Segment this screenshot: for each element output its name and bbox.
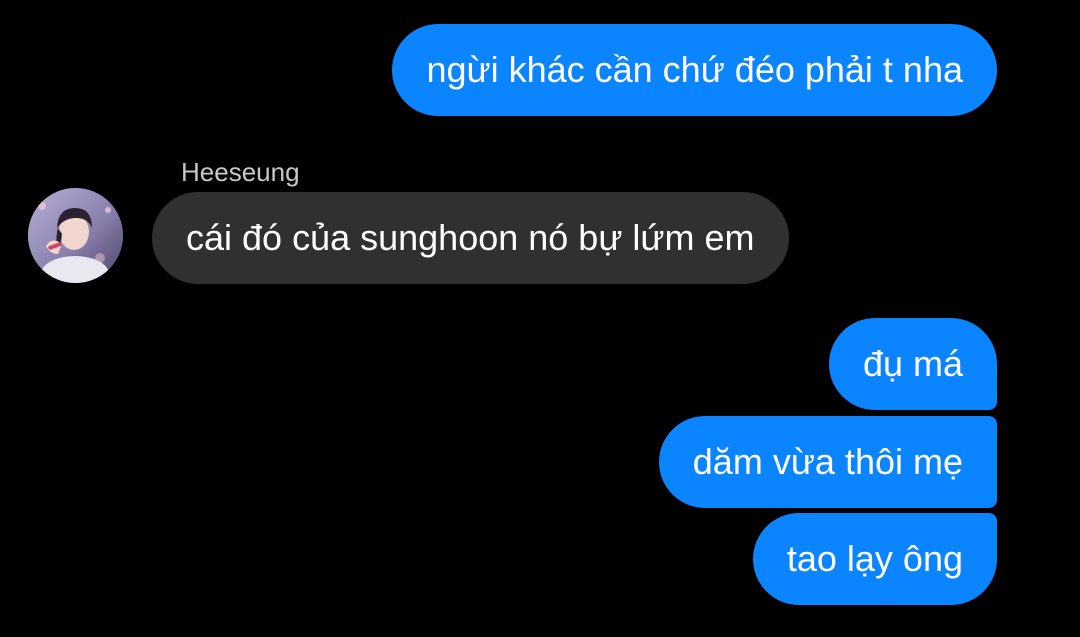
outgoing-message[interactable]: ngừi khác cần chứ đéo phải t nha [392, 24, 997, 116]
profile-photo-icon [28, 188, 123, 283]
outgoing-message[interactable]: dăm vừa thôi mẹ [658, 416, 997, 508]
avatar[interactable] [28, 188, 123, 283]
outgoing-message[interactable]: đụ má [828, 318, 997, 410]
outgoing-message[interactable]: tao lạy ông [752, 513, 997, 605]
chat-thread: ngừi khác cần chứ đéo phải t nha Heeseun… [0, 0, 1080, 637]
incoming-message[interactable]: cái đó của sunghoon nó bự lứm em [152, 192, 789, 284]
sender-name: Heeseung [181, 157, 300, 187]
